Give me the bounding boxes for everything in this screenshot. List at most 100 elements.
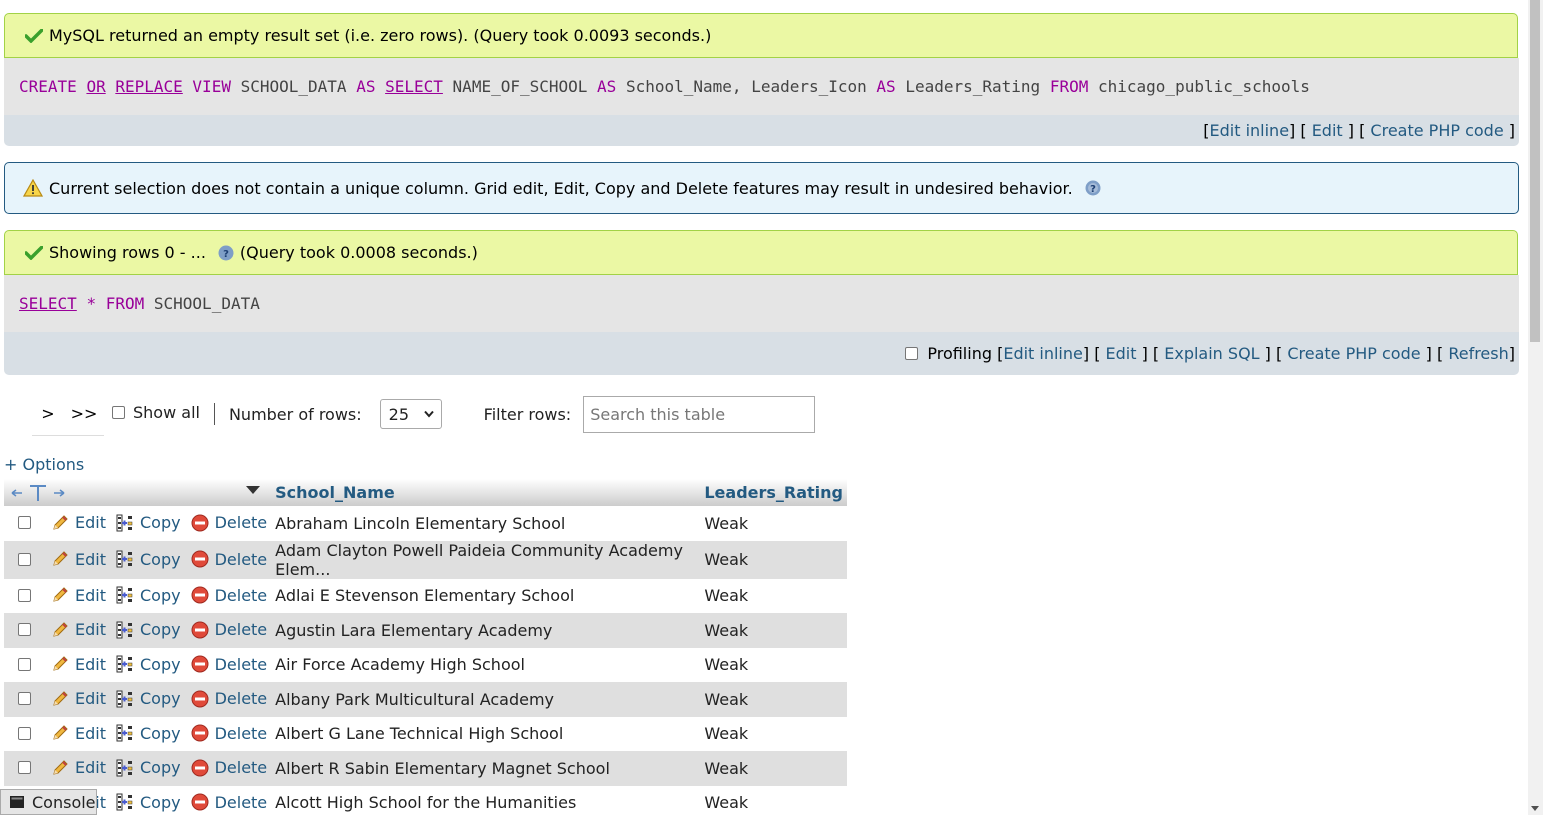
row-checkbox[interactable] [18,761,31,775]
scroll-down-arrow[interactable] [1531,806,1539,811]
sort-dropdown-icon[interactable] [245,485,261,495]
show-all-toggle[interactable]: Show all [112,403,200,422]
edit-inline-link[interactable]: Edit inline [1210,121,1290,140]
school-name-cell[interactable]: Alcott High School for the Humanities [271,785,701,815]
sql-query-display[interactable]: CREATE OR REPLACE VIEW SCHOOL_DATA AS SE… [4,58,1519,115]
row-copy-link[interactable]: Copy [116,620,181,639]
help-icon[interactable]: ? [218,245,234,261]
row-copy-link[interactable]: Copy [116,550,181,569]
row-delete-link[interactable]: Delete [191,620,267,639]
sql-token[interactable]: SELECT [19,294,77,313]
school-name-cell[interactable]: Agustin Lara Elementary Academy [271,613,701,648]
column-arrows-icon[interactable] [8,483,68,503]
school-name-cell[interactable]: Abraham Lincoln Elementary School [271,506,701,541]
row-delete-link[interactable]: Delete [191,655,267,674]
vertical-scrollbar[interactable] [1528,0,1543,815]
row-delete-link[interactable]: Delete [191,586,267,605]
column-header-school-name[interactable]: School_Name [271,479,701,506]
row-delete-link[interactable]: Delete [191,793,267,812]
row-edit-link[interactable]: Edit [51,724,106,743]
console-toggle[interactable]: Console [0,789,97,815]
edit-inline-link[interactable]: Edit inline [1003,344,1083,363]
row-edit-link[interactable]: Edit [51,513,106,532]
leaders-rating-cell[interactable]: Weak [700,716,847,751]
sql-token: FROM [105,294,145,313]
column-resize-header[interactable] [4,479,272,506]
row-delete-link[interactable]: Delete [191,758,267,777]
row-copy-link[interactable]: Copy [116,758,181,777]
row-copy-link[interactable]: Copy [116,513,181,532]
row-edit-link[interactable]: Edit [51,550,106,569]
sql-token[interactable]: REPLACE [115,77,182,96]
filter-rows-input[interactable] [583,395,816,433]
leaders-rating-cell[interactable]: Weak [700,613,847,648]
row-delete-link[interactable]: Delete [191,513,267,532]
column-header-label: School_Name [275,483,395,502]
profiling-checkbox[interactable] [905,347,919,360]
scrollbar-thumb[interactable] [1530,0,1540,342]
table-row: Edit Copy Delete Albert G Lane Technical Hi… [4,716,847,751]
row-checkbox[interactable] [18,588,31,602]
row-checkbox[interactable] [18,552,31,566]
school-name-cell[interactable]: Adlai E Stevenson Elementary School [271,578,701,613]
row-checkbox[interactable] [18,726,31,740]
column-header-leaders-rating[interactable]: Leaders_Rating [700,479,847,506]
row-edit-link[interactable]: Edit [51,758,106,777]
row-copy-link[interactable]: Copy [116,689,181,708]
school-name-cell[interactable]: Adam Clayton Powell Paideia Community Ac… [271,540,701,579]
leaders-rating-cell[interactable]: Weak [700,785,847,815]
check-icon [25,245,43,260]
row-edit-label: Edit [75,654,106,674]
leaders-rating-cell[interactable]: Weak [700,540,847,579]
sql-query-display[interactable]: SELECT * FROM SCHOOL_DATA [4,275,1519,332]
row-delete-link[interactable]: Delete [191,550,267,569]
school-name-cell[interactable]: Albert R Sabin Elementary Magnet School [271,751,701,786]
sql-token[interactable]: OR [86,77,105,96]
rows-per-page-select[interactable]: 25 [379,399,442,429]
school-name-cell[interactable]: Air Force Academy High School [271,647,701,682]
row-edit-link[interactable]: Edit [51,655,106,674]
refresh-link[interactable]: Refresh [1448,344,1508,363]
row-copy-link[interactable]: Copy [116,586,181,605]
leaders-rating-cell[interactable]: Weak [700,506,847,541]
row-delete-link[interactable]: Delete [191,689,267,708]
leaders-rating-cell[interactable]: Weak [700,578,847,613]
last-page-button[interactable]: >> [64,392,104,436]
row-copy-link[interactable]: Copy [116,724,181,743]
leaders-rating-cell[interactable]: Weak [700,647,847,682]
row-edit-link[interactable]: Edit [51,586,106,605]
sql-token: Leaders_Icon [751,77,867,96]
row-checkbox[interactable] [18,516,31,530]
school-name-cell[interactable]: Albert G Lane Technical High School [271,716,701,751]
options-link[interactable]: + Options [4,455,84,474]
row-copy-link[interactable]: Copy [116,793,181,812]
edit-link[interactable]: Edit [1312,121,1343,140]
sql-token: AS [876,77,896,96]
explain-sql-link[interactable]: Explain SQL [1164,344,1259,363]
row-checkbox[interactable] [18,623,31,637]
sql-token[interactable]: SELECT [385,77,443,96]
school-name-cell[interactable]: Albany Park Multicultural Academy [271,682,701,717]
row-checkbox[interactable] [18,657,31,671]
leaders-rating-cell[interactable]: Weak [700,751,847,786]
show-all-checkbox[interactable] [112,405,125,419]
copy-icon [116,586,133,604]
copy-icon [116,690,133,708]
row-edit-link[interactable]: Edit [51,620,106,639]
create-php-link[interactable]: Create PHP code [1287,344,1420,363]
edit-link[interactable]: Edit [1106,344,1137,363]
row-copy-link[interactable]: Copy [116,655,181,674]
row-edit-link[interactable]: Edit [51,689,106,708]
leaders-rating-cell[interactable]: Weak [700,682,847,717]
row-actions-cell: Edit Copy Delete [4,613,272,648]
query-tools: Profiling [Edit inline] [ Edit ] [ Expla… [4,332,1519,375]
sql-token: SCHOOL_DATA [153,294,260,313]
table-row: Edit Copy Delete Agustin Lara Elementary Ac… [4,613,847,648]
row-actions-cell: Edit Copy Delete [4,578,272,613]
help-icon[interactable]: ? [1085,180,1101,196]
row-checkbox[interactable] [18,692,31,706]
next-page-button[interactable]: > [32,392,64,436]
copy-icon [116,759,133,777]
row-delete-link[interactable]: Delete [191,724,267,743]
create-php-link[interactable]: Create PHP code [1370,121,1503,140]
